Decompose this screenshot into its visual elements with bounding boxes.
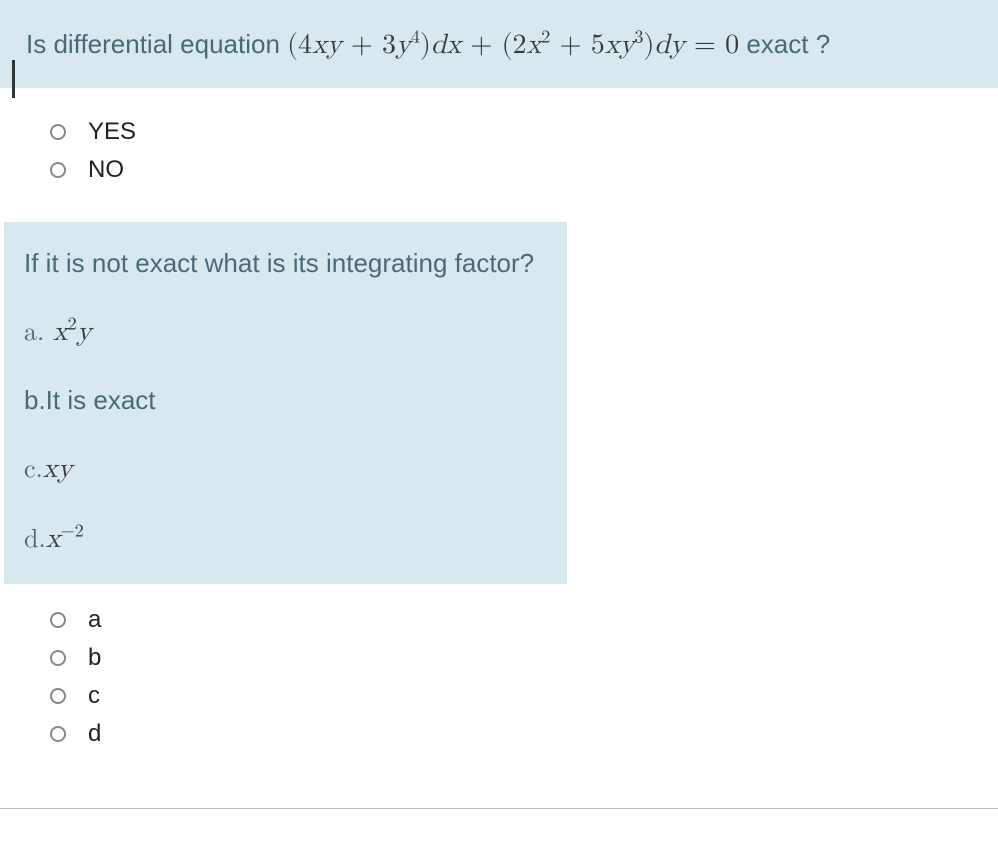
question-2-block: If it is not exact what is its integrati… <box>4 222 567 584</box>
q2-option-label: d <box>88 720 101 748</box>
choice-math: x−2 <box>46 525 84 553</box>
choice-math: x2y <box>53 318 92 346</box>
radio-icon <box>50 726 66 742</box>
radio-icon <box>50 162 66 178</box>
radio-icon <box>50 612 66 628</box>
q2-option-a[interactable]: a <box>50 606 998 634</box>
q2-option-d[interactable]: d <box>50 720 998 748</box>
question-1-block: Is differential equation (4xy + 3y4)dx +… <box>0 0 998 88</box>
q1-option-label: YES <box>88 118 136 146</box>
choice-prefix: d. <box>24 527 46 553</box>
choice-math: xy <box>43 455 73 483</box>
q2-option-c[interactable]: c <box>50 682 998 710</box>
q2-choice-b: b.It is exact <box>24 381 547 420</box>
text-cursor <box>12 60 15 98</box>
q2-choice-a: a. x2y <box>24 311 547 353</box>
q1-option-yes[interactable]: YES <box>50 118 998 146</box>
q1-option-label: NO <box>88 156 124 184</box>
q1-equation: (4xy + 3y4)dx + (2x2 + 5xy3)dy = 0 <box>287 31 739 59</box>
choice-prefix: a. <box>24 320 53 346</box>
q2-option-label: c <box>88 682 100 710</box>
q2-option-label: a <box>88 606 101 634</box>
q1-prefix: Is differential equation <box>26 29 287 59</box>
q2-prompt: If it is not exact what is its integrati… <box>24 244 547 283</box>
q1-options-group: YES NO <box>0 88 998 222</box>
q1-suffix: exact ? <box>739 29 830 59</box>
q2-option-label: b <box>88 644 101 672</box>
q2-option-b[interactable]: b <box>50 644 998 672</box>
radio-icon <box>50 650 66 666</box>
radio-icon <box>50 688 66 704</box>
choice-prefix: c. <box>24 457 43 483</box>
q1-option-no[interactable]: NO <box>50 156 998 184</box>
divider <box>0 808 998 809</box>
q2-choice-d: d.x−2 <box>24 518 547 560</box>
q2-options-group: a b c d <box>0 606 998 786</box>
q2-choice-c: c.xy <box>24 448 547 490</box>
radio-icon <box>50 124 66 140</box>
